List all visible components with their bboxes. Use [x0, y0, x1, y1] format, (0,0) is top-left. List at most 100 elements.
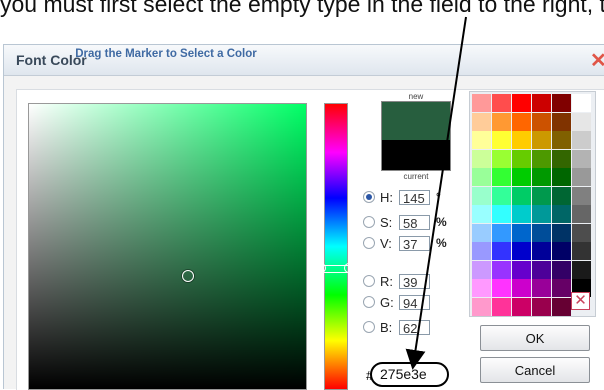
no-color-icon[interactable]: ✕: [571, 292, 590, 310]
palette-swatch[interactable]: [512, 149, 531, 168]
palette-swatch[interactable]: [512, 279, 531, 297]
palette-swatch[interactable]: [552, 205, 571, 223]
palette-swatch[interactable]: [572, 94, 591, 112]
palette-swatch[interactable]: [492, 112, 511, 131]
palette-swatch[interactable]: [552, 186, 571, 205]
palette-swatch[interactable]: [472, 205, 491, 223]
palette-swatch[interactable]: [572, 260, 591, 279]
palette-swatch[interactable]: [492, 149, 511, 168]
red-radio[interactable]: [363, 275, 375, 287]
palette-swatch[interactable]: [572, 223, 591, 242]
palette-swatch[interactable]: [552, 94, 571, 112]
red-input[interactable]: 39: [399, 273, 430, 290]
palette-swatch[interactable]: [472, 131, 491, 149]
red-row: R: 39: [363, 272, 430, 290]
palette-swatch[interactable]: [532, 149, 551, 168]
palette-swatch[interactable]: [532, 112, 551, 131]
palette-swatch[interactable]: [552, 279, 571, 297]
current-color-swatch: [381, 140, 451, 171]
palette-swatch[interactable]: [572, 131, 591, 149]
palette-swatch[interactable]: [552, 242, 571, 260]
palette-swatch[interactable]: [552, 223, 571, 242]
close-icon[interactable]: ✕: [590, 48, 604, 73]
hue-radio[interactable]: [363, 191, 375, 203]
palette-swatch[interactable]: [472, 297, 491, 316]
palette-swatch[interactable]: [512, 131, 531, 149]
palette-swatch[interactable]: [532, 242, 551, 260]
palette-swatch[interactable]: [512, 112, 531, 131]
hue-slider-handle[interactable]: [316, 263, 354, 273]
palette-swatch[interactable]: [572, 186, 591, 205]
palette-swatch[interactable]: [552, 149, 571, 168]
ok-button[interactable]: OK: [480, 325, 590, 351]
palette-swatch[interactable]: [492, 168, 511, 186]
saturation-unit: %: [436, 215, 447, 229]
palette-swatch[interactable]: [512, 242, 531, 260]
palette-swatch[interactable]: [492, 242, 511, 260]
palette-swatch[interactable]: [472, 94, 491, 112]
palette-swatch[interactable]: [552, 131, 571, 149]
saturation-radio[interactable]: [363, 216, 375, 228]
hue-unit: °: [436, 190, 441, 204]
hue-input[interactable]: 145: [399, 189, 430, 206]
palette-swatch[interactable]: [512, 168, 531, 186]
saturation-input[interactable]: 58: [399, 214, 430, 231]
palette-swatch[interactable]: [472, 279, 491, 297]
palette-swatch[interactable]: [492, 94, 511, 112]
palette-swatch[interactable]: [492, 131, 511, 149]
palette-swatch[interactable]: [532, 168, 551, 186]
palette-swatch[interactable]: [532, 297, 551, 316]
cancel-button[interactable]: Cancel: [480, 357, 590, 383]
palette-swatch[interactable]: [552, 297, 571, 316]
palette-swatch[interactable]: [572, 112, 591, 131]
palette-swatch[interactable]: [492, 279, 511, 297]
green-input[interactable]: 94: [399, 294, 430, 311]
drag-hint: Drag the Marker to Select a Color: [75, 48, 257, 60]
palette-swatch[interactable]: [512, 223, 531, 242]
palette-swatch[interactable]: [512, 94, 531, 112]
blue-input[interactable]: 62: [399, 319, 430, 336]
palette-swatch[interactable]: [572, 149, 591, 168]
value-radio[interactable]: [363, 237, 375, 249]
palette-swatch[interactable]: [532, 223, 551, 242]
palette-swatch[interactable]: [512, 186, 531, 205]
palette-swatch[interactable]: [472, 168, 491, 186]
palette-swatch[interactable]: [472, 260, 491, 279]
instruction-caption: you must first select the empty type in …: [0, 0, 604, 17]
blue-label: B:: [380, 319, 393, 335]
palette-swatch[interactable]: [472, 149, 491, 168]
palette-swatch[interactable]: [552, 168, 571, 186]
palette-swatch[interactable]: [512, 260, 531, 279]
palette-swatch[interactable]: [532, 186, 551, 205]
palette-swatch[interactable]: [512, 205, 531, 223]
palette-swatch[interactable]: [532, 131, 551, 149]
palette-swatch[interactable]: [532, 205, 551, 223]
blue-radio[interactable]: [363, 321, 375, 333]
palette-swatch[interactable]: [472, 223, 491, 242]
palette-swatch[interactable]: [572, 205, 591, 223]
hue-slider[interactable]: [324, 103, 348, 390]
saturation-value-field[interactable]: [28, 103, 307, 390]
hex-input[interactable]: 275e3e: [370, 362, 449, 387]
palette-swatch[interactable]: [492, 205, 511, 223]
green-row: G: 94: [363, 293, 430, 311]
palette-swatch[interactable]: [532, 260, 551, 279]
palette-swatch[interactable]: [472, 112, 491, 131]
palette-swatch[interactable]: [552, 260, 571, 279]
palette-swatch[interactable]: [472, 186, 491, 205]
palette-swatch[interactable]: [472, 242, 491, 260]
palette-swatch[interactable]: [552, 112, 571, 131]
palette-swatch[interactable]: [512, 297, 531, 316]
palette-swatch[interactable]: [572, 168, 591, 186]
palette-swatch[interactable]: [572, 242, 591, 260]
palette-swatch[interactable]: [532, 279, 551, 297]
palette-swatch[interactable]: [492, 223, 511, 242]
green-radio[interactable]: [363, 296, 375, 308]
palette-swatch[interactable]: [492, 260, 511, 279]
color-marker[interactable]: [182, 270, 194, 282]
palette-swatch[interactable]: [492, 186, 511, 205]
value-input[interactable]: 37: [399, 235, 430, 252]
palette-swatch[interactable]: [492, 297, 511, 316]
value-unit: %: [436, 236, 447, 250]
palette-swatch[interactable]: [532, 94, 551, 112]
